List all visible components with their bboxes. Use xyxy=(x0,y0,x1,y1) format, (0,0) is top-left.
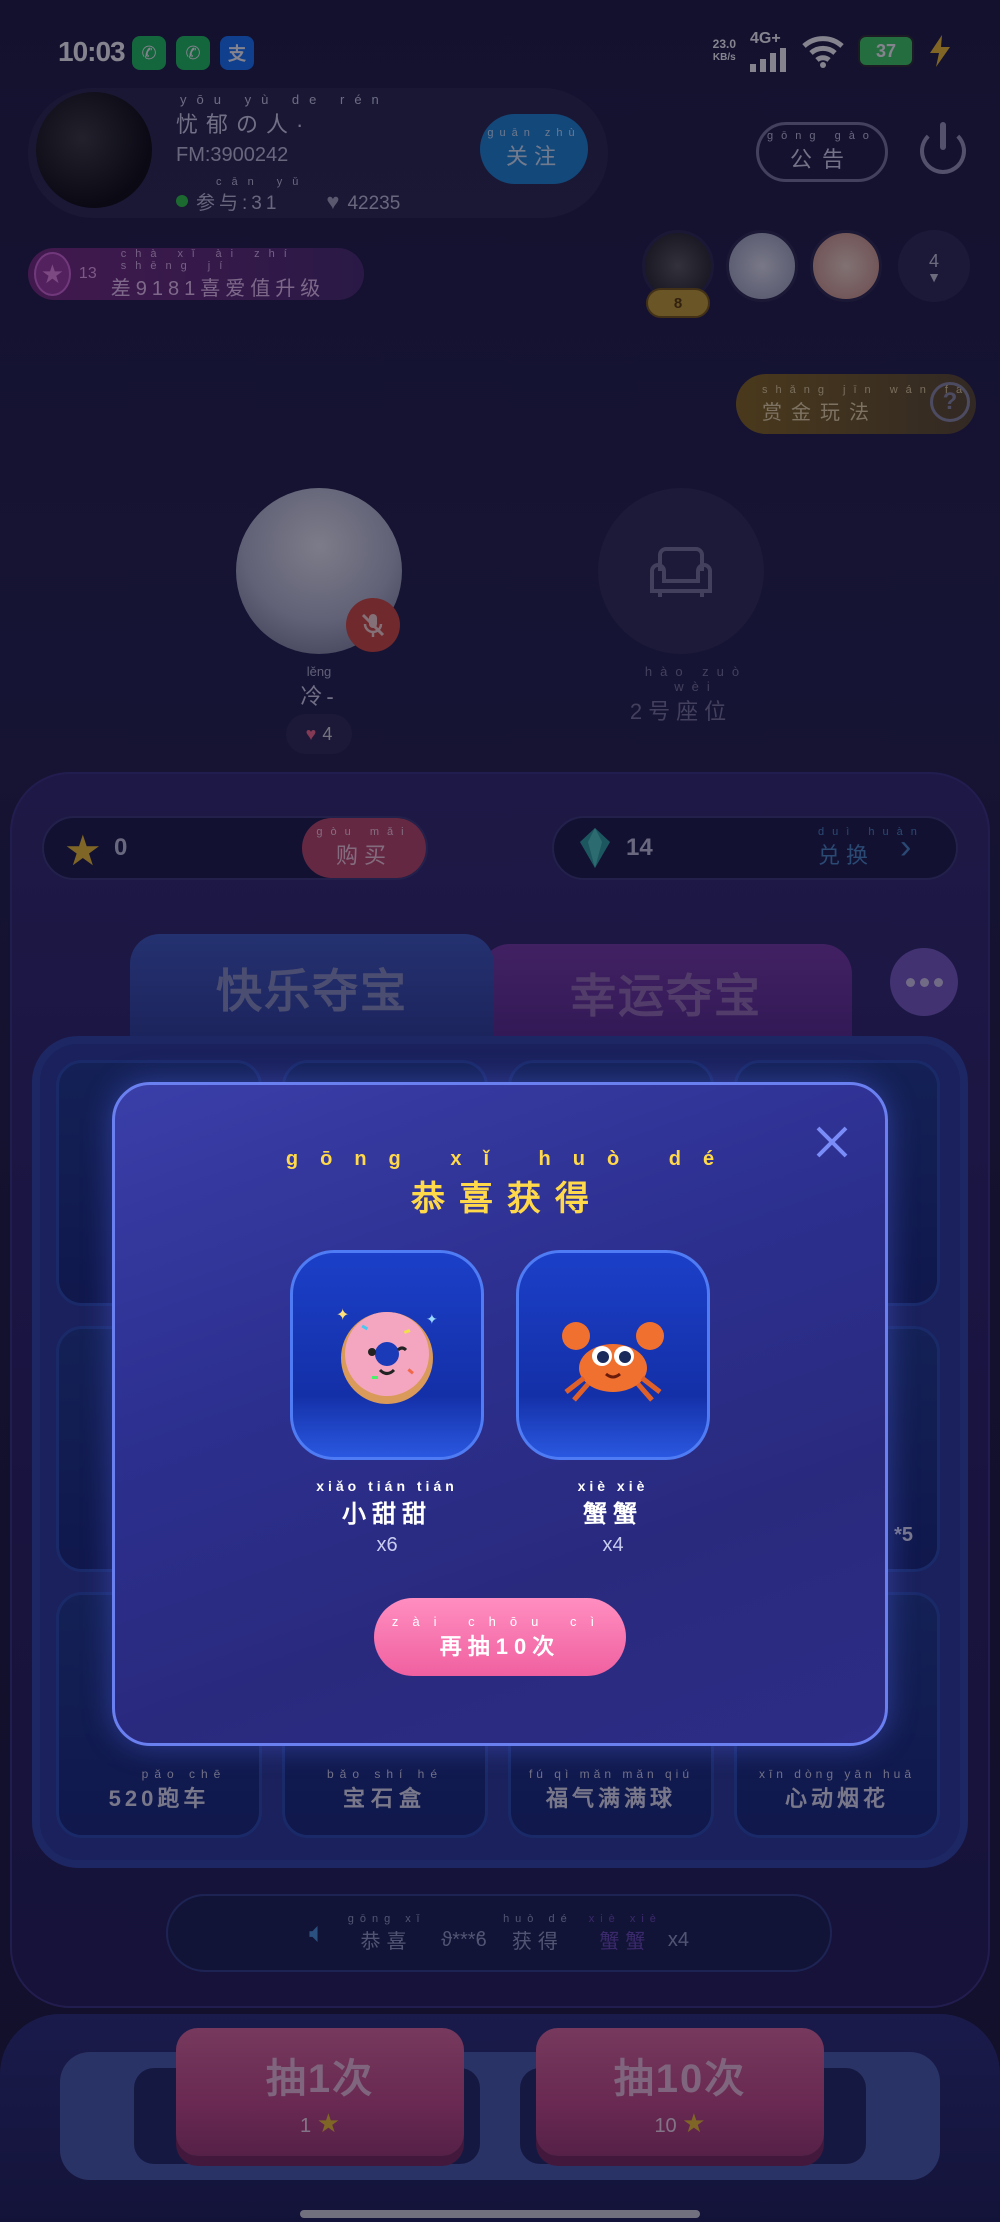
donut-icon: ✦ ✦ xyxy=(336,1307,438,1404)
prize-card: ✦ ✦ xyxy=(290,1250,484,1460)
modal-title: 恭喜获得 xyxy=(411,1180,603,1218)
svg-text:✦: ✦ xyxy=(426,1311,438,1327)
modal-title-pinyin: gōng xǐ huò dé xyxy=(285,1148,737,1170)
prize-count: x4 xyxy=(602,1534,624,1556)
prize-name-pinyin: xiè xiè xyxy=(577,1478,649,1494)
draw-again-button[interactable]: zài chōu cì 再抽10次 xyxy=(374,1598,626,1676)
draw-again-label: 再抽10次 xyxy=(439,1633,561,1659)
prize-name: 蟹蟹 xyxy=(583,1501,643,1528)
prize-card xyxy=(516,1250,710,1460)
prize-name-block: xiè xiè 蟹蟹 xyxy=(516,1478,710,1529)
prize-name-block: xiǎo tián tián 小甜甜 xyxy=(290,1478,484,1529)
crab-icon xyxy=(562,1322,664,1402)
draw-again-pinyin: zài chōu cì xyxy=(391,1613,609,1629)
prize-name: 小甜甜 xyxy=(342,1501,432,1528)
svg-text:✦: ✦ xyxy=(336,1307,349,1324)
prize-count: x6 xyxy=(376,1534,398,1556)
prize-name-pinyin: xiǎo tián tián xyxy=(316,1478,458,1494)
modal-title-block: gōng xǐ huò dé 恭喜获得 xyxy=(0,1148,1000,1220)
